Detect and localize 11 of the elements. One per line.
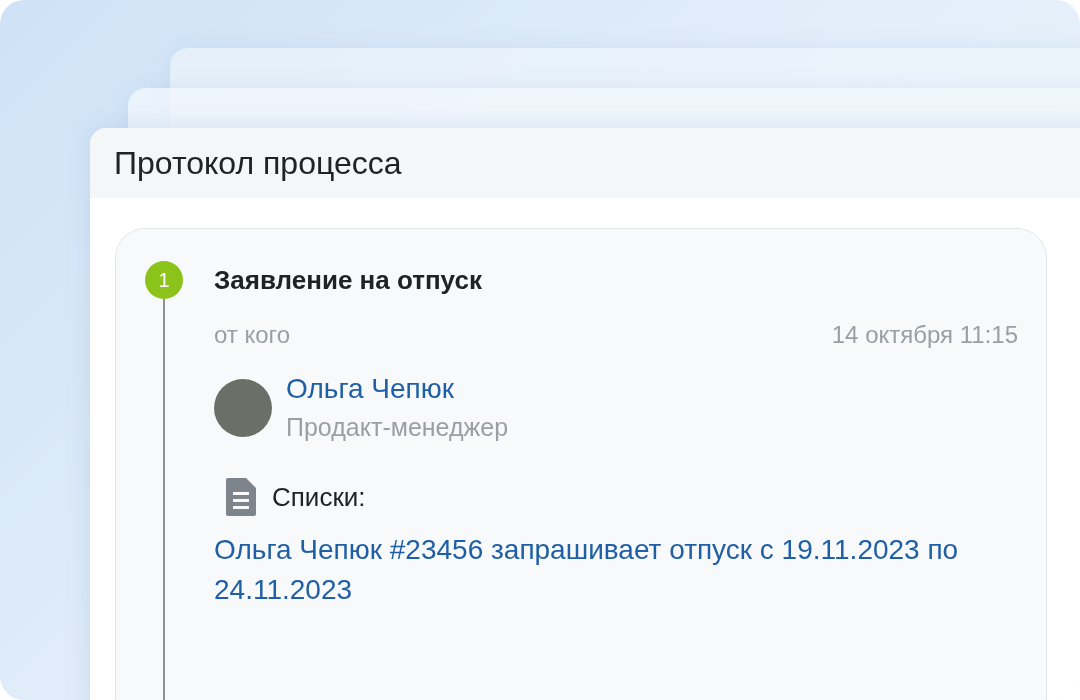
step-number: 1	[145, 261, 183, 299]
author-role: Продакт-менеджер	[286, 413, 509, 442]
from-label: от кого	[214, 321, 291, 349]
request-link[interactable]: Ольга Чепюк #23456 запрашивает отпуск с 19.11.2023 по 24.11.2023	[214, 530, 974, 610]
attachment-label: Списки:	[272, 481, 366, 513]
panel-title: Протокол процесса	[114, 144, 402, 182]
avatar	[214, 378, 272, 437]
author-name-link[interactable]: Ольга Чепюк	[286, 373, 509, 405]
step-date: 14 октября 11:15	[831, 321, 1018, 349]
document-icon	[226, 478, 256, 516]
step-title: Заявление на отпуск	[214, 264, 483, 297]
